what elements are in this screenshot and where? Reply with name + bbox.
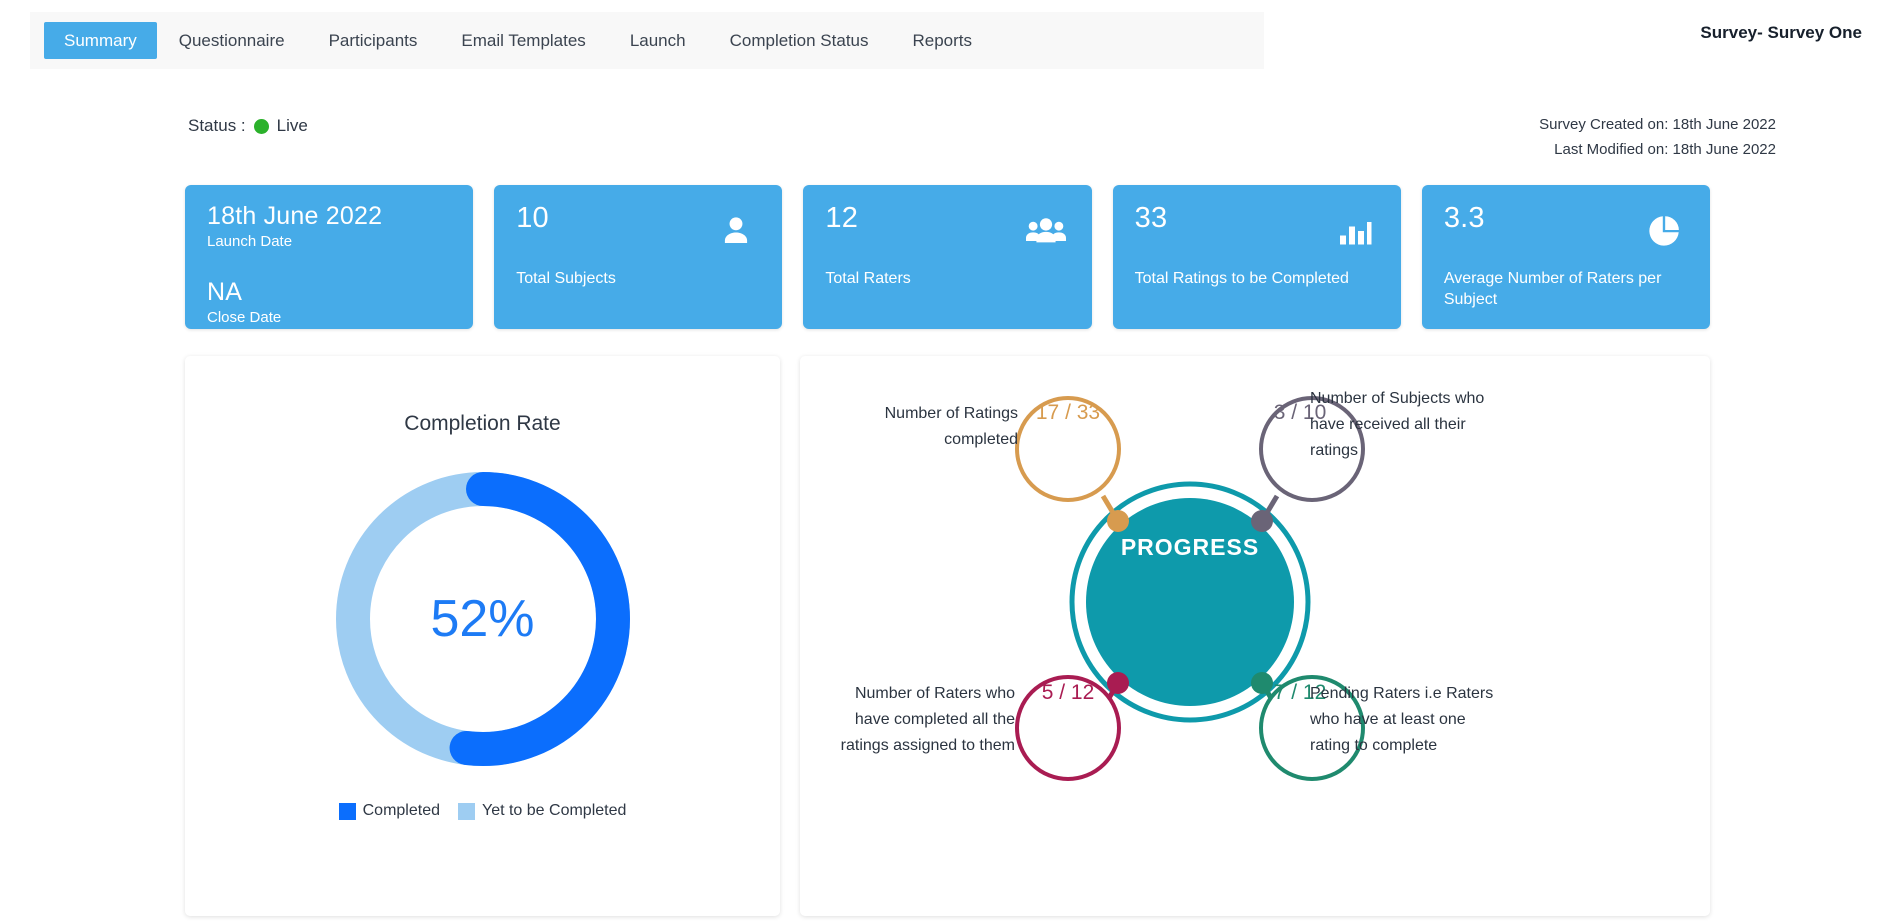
card-avg-raters[interactable]: 3.3 Average Number of Raters per Subject: [1421, 185, 1711, 329]
stat-card-row: 18th June 2022 Launch Date NA Close Date…: [185, 185, 1711, 329]
tab-participants[interactable]: Participants: [307, 12, 440, 69]
tab-launch-label: Launch: [629, 30, 686, 50]
card-launch-date-value: 18th June 2022: [207, 202, 383, 230]
survey-last-modified-on: Last Modified on: 18th June 2022: [1554, 141, 1776, 158]
tab-participants-label: Participants: [328, 30, 418, 50]
tab-reports[interactable]: Reports: [891, 12, 995, 69]
card-avg-raters-label: Average Number of Raters per Subject: [1443, 270, 1662, 308]
status-label: Status :: [188, 116, 246, 135]
tab-summary-label: Summary: [64, 30, 137, 50]
survey-created-on: Survey Created on: 18th June 2022: [1539, 116, 1776, 133]
status-dot-icon: [253, 118, 269, 134]
tab-email-templates-label: Email Templates: [461, 30, 586, 50]
completion-rate-panel: Completion Rate 52% Completed Yet to be …: [185, 356, 780, 916]
legend-swatch-completed: [338, 802, 356, 820]
connector-dot-subjects: [1251, 510, 1273, 532]
card-close-date-value: NA: [207, 278, 243, 306]
completion-rate-value: 52%: [430, 590, 535, 648]
node-label-subjects: Number of Subjects who have received all…: [1310, 390, 1485, 459]
card-total-raters-label: Total Raters: [825, 270, 911, 287]
card-launch-segment: 18th June 2022 Launch Date: [207, 203, 453, 252]
progress-panel: PROGRESS 17 / 33 3 / 10 5 / 12 7 / 12 Nu…: [800, 356, 1710, 916]
card-total-ratings-label: Total Ratings to be Completed: [1134, 270, 1349, 287]
card-launch-date-label: Launch Date: [207, 233, 293, 251]
card-total-ratings[interactable]: 33 Total Ratings to be Completed: [1112, 185, 1401, 329]
status-value: Live: [276, 116, 308, 135]
pie-chart-icon: [1649, 216, 1679, 246]
node-label-raters: Number of Raters who have completed all …: [840, 685, 1015, 754]
survey-meta-dates: Survey Created on: 18th June 2022 Last M…: [1539, 112, 1776, 162]
node-value-ratings: 17 / 33: [1035, 401, 1101, 424]
card-close-date-label: Close Date: [207, 309, 282, 327]
card-dates[interactable]: 18th June 2022 Launch Date NA Close Date: [185, 185, 474, 329]
node-label-ratings: Number of Ratings completed: [884, 405, 1018, 448]
status-row: Status : Live: [188, 116, 308, 136]
page-title: Survey- Survey One: [1700, 23, 1862, 42]
tab-launch[interactable]: Launch: [608, 12, 708, 69]
tab-bar: Summary Questionnaire Participants Email…: [30, 12, 1264, 69]
card-total-raters[interactable]: 12 Total Raters: [803, 185, 1092, 329]
legend-swatch-yet-to-be-completed: [457, 802, 475, 820]
completion-rate-legend: Completed Yet to be Completed: [185, 802, 780, 820]
person-icon: [725, 217, 748, 243]
bar-chart-icon: [1339, 222, 1372, 245]
completion-rate-donut: 52%: [324, 460, 642, 778]
progress-diagram: PROGRESS 17 / 33 3 / 10 5 / 12 7 / 12 Nu…: [800, 356, 1710, 916]
progress-center-label: PROGRESS: [1120, 534, 1260, 560]
tab-questionnaire-label: Questionnaire: [178, 30, 285, 50]
completion-rate-title: Completion Rate: [404, 412, 561, 435]
connector-dot-ratings: [1107, 510, 1129, 532]
card-total-subjects-label: Total Subjects: [516, 270, 616, 287]
node-value-raters: 5 / 12: [1041, 681, 1095, 704]
people-group-icon: [1025, 218, 1066, 243]
card-total-subjects[interactable]: 10 Total Subjects: [494, 185, 783, 329]
card-close-segment: NA Close Date: [207, 279, 453, 328]
node-label-pending: Pending Raters i.e Raters who have at le…: [1310, 685, 1494, 754]
tab-completion-status[interactable]: Completion Status: [708, 12, 891, 69]
tab-reports-label: Reports: [912, 30, 973, 50]
legend-label-yet-to-be-completed: Yet to be Completed: [481, 802, 627, 819]
tab-completion-status-label: Completion Status: [729, 30, 869, 50]
tab-summary[interactable]: Summary: [44, 22, 157, 59]
tab-email-templates[interactable]: Email Templates: [439, 12, 607, 69]
tab-questionnaire[interactable]: Questionnaire: [157, 12, 307, 69]
legend-item-completed: Completed: [338, 802, 440, 820]
legend-label-completed: Completed: [362, 802, 440, 819]
legend-item-yet-to-be-completed: Yet to be Completed: [457, 802, 627, 820]
